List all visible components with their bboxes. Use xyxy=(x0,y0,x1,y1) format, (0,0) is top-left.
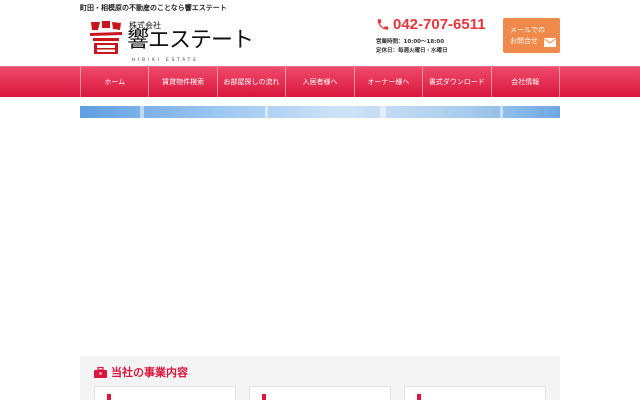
phone-icon xyxy=(377,19,389,30)
logo-mark-icon xyxy=(89,19,123,55)
nav-item-form-download[interactable]: 書式ダウンロード xyxy=(422,67,490,97)
site-tagline: 町田・相模原の不動産のことなら響エステート xyxy=(80,4,227,12)
mail-inquiry-button[interactable]: メールでの お問合せ xyxy=(503,18,560,53)
mail-button-line1: メールでの xyxy=(510,26,545,34)
nav-item-for-tenants[interactable]: 入居者様へ xyxy=(285,67,353,97)
phone-contact: 042-707-6511 営業時間：10:00〜18:00 定休日：毎週火曜日・… xyxy=(376,16,496,56)
briefcase-icon xyxy=(94,366,107,378)
envelope-icon xyxy=(544,38,556,47)
logo-romanized-name: HIBIKI ESTATE xyxy=(132,57,199,62)
phone-number[interactable]: 042-707-6511 xyxy=(393,16,486,33)
nav-item-home[interactable]: ホーム xyxy=(80,67,148,97)
site-logo[interactable]: 株式会社 響エステート HIBIKI ESTATE xyxy=(88,16,254,62)
services-title: 当社の事業内容 xyxy=(111,366,188,379)
service-card[interactable] xyxy=(404,386,546,400)
hero-image xyxy=(80,106,560,118)
nav-item-rental-search[interactable]: 賃貸物件検索 xyxy=(148,67,216,97)
logo-company-name: 響エステート xyxy=(127,28,254,53)
main-navigation: ホーム 賃貸物件検索 お部屋探しの流れ 入居者様へ オーナー様へ 書式ダウンロー… xyxy=(0,66,640,97)
nav-item-room-search-flow[interactable]: お部屋探しの流れ xyxy=(216,67,285,97)
services-section: 当社の事業内容 xyxy=(80,356,560,400)
business-hours: 営業時間：10:00〜18:00 xyxy=(376,39,445,45)
nav-item-company-info[interactable]: 会社情報 xyxy=(490,67,560,97)
nav-item-for-owners[interactable]: オーナー様へ xyxy=(353,67,422,97)
service-card[interactable] xyxy=(94,386,236,400)
service-card[interactable] xyxy=(249,386,391,400)
closed-days: 定休日：毎週火曜日・水曜日 xyxy=(376,47,448,54)
